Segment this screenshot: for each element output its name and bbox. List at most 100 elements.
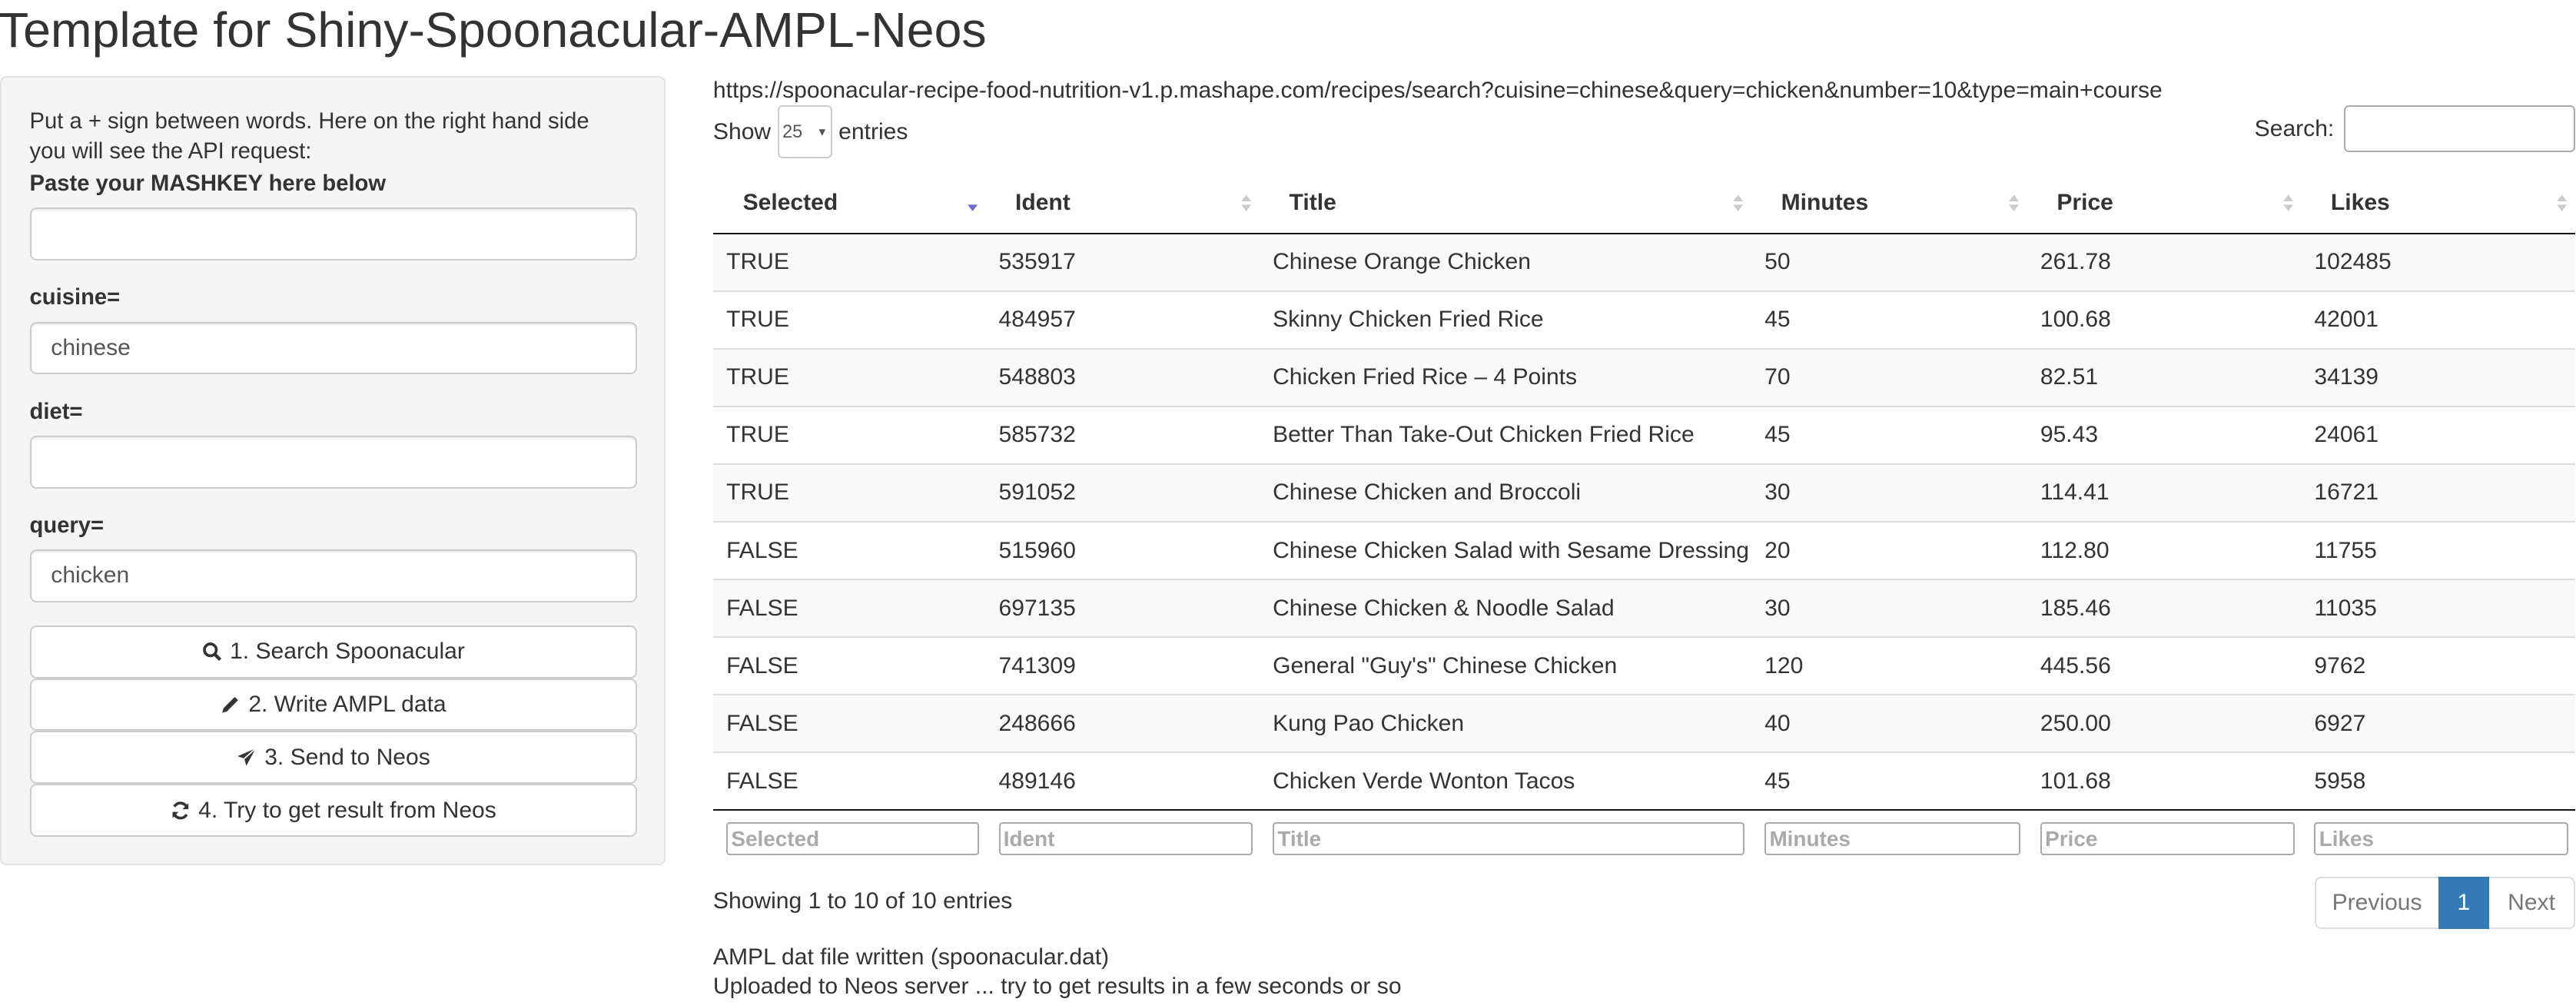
- cell-title: Skinny Chicken Fried Rice: [1259, 290, 1751, 349]
- results-table: Selected Ident Title Minutes Price Likes…: [712, 173, 2575, 868]
- filter-minutes-input[interactable]: [1764, 822, 2021, 856]
- cell-ident: 484957: [985, 290, 1260, 349]
- cell-minutes: 20: [1751, 521, 2027, 580]
- header-row: Selected Ident Title Minutes Price Likes: [712, 173, 2575, 234]
- sort-both-icon: [1733, 194, 1744, 211]
- table-row[interactable]: TRUE 591052 Chinese Chicken and Broccoli 30…: [712, 463, 2575, 522]
- previous-page-button[interactable]: Previous: [2314, 876, 2438, 930]
- column-header-ident[interactable]: Ident: [985, 173, 1260, 234]
- column-filter-row: [712, 809, 2575, 868]
- cell-title: Chinese Chicken and Broccoli: [1259, 463, 1751, 522]
- page-1-button[interactable]: 1: [2438, 876, 2490, 930]
- table-row[interactable]: FALSE 741309 General "Guy's" Chinese Chick…: [712, 636, 2575, 695]
- cell-minutes: 45: [1751, 405, 2027, 464]
- table-row[interactable]: TRUE 484957 Skinny Chicken Fried Rice 45 100…: [712, 290, 2575, 349]
- cell-minutes: 40: [1751, 694, 2027, 753]
- column-header-minutes[interactable]: Minutes: [1751, 173, 2027, 234]
- write-ampl-data-label: 2. Write AMPL data: [248, 692, 446, 718]
- search-spoonacular-label: 1. Search Spoonacular: [230, 639, 465, 665]
- table-row[interactable]: TRUE 535917 Chinese Orange Chicken 50 261.78…: [712, 233, 2575, 291]
- cell-likes: 42001: [2301, 290, 2575, 349]
- next-page-button[interactable]: Next: [2489, 876, 2575, 930]
- mashkey-label: Paste your MASHKEY here below: [29, 171, 387, 197]
- search-label: Search:: [2254, 115, 2335, 141]
- entries-label: entries: [838, 118, 908, 144]
- cell-price: 100.68: [2027, 290, 2302, 349]
- cell-minutes: 50: [1751, 233, 2027, 291]
- page-length-value: 25: [782, 121, 803, 142]
- table-row[interactable]: FALSE 697135 Chinese Chicken & Noodle Sala…: [712, 579, 2575, 638]
- filter-title-input[interactable]: [1273, 822, 1745, 856]
- cell-likes: 24061: [2301, 405, 2575, 464]
- sort-desc-icon: [967, 204, 978, 211]
- column-header-title[interactable]: Title: [1259, 173, 1751, 234]
- app-root: Template for Shiny-Spoonacular-AMPL-Neos…: [0, 0, 2575, 999]
- filter-price-input[interactable]: [2040, 822, 2295, 856]
- cell-likes: 11035: [2301, 579, 2575, 638]
- refresh-icon: [172, 801, 188, 820]
- cell-ident: 535917: [985, 233, 1260, 291]
- cell-selected: FALSE: [712, 636, 986, 695]
- cell-price: 112.80: [2027, 521, 2302, 580]
- cell-selected: TRUE: [712, 347, 986, 406]
- send-to-neos-button[interactable]: 3. Send to Neos: [29, 731, 637, 785]
- cell-likes: 11755: [2301, 521, 2575, 580]
- cell-ident: 515960: [985, 521, 1260, 580]
- status-line: Uploaded to Neos server ... try to get r…: [712, 974, 1402, 1000]
- cell-price: 82.51: [2027, 347, 2302, 406]
- cell-title: Kung Pao Chicken: [1259, 694, 1751, 753]
- cell-likes: 5958: [2301, 752, 2575, 811]
- page-title: Template for Shiny-Spoonacular-AMPL-Neos: [0, 2, 987, 58]
- cell-minutes: 30: [1751, 579, 2027, 638]
- sort-both-icon: [2282, 194, 2293, 211]
- cell-ident: 697135: [985, 579, 1260, 638]
- table-search-input[interactable]: [2344, 105, 2575, 152]
- api-request-url: https://spoonacular-recipe-food-nutritio…: [712, 77, 2163, 103]
- filter-selected-input[interactable]: [726, 822, 979, 856]
- cell-title: General "Guy's" Chinese Chicken: [1259, 636, 1751, 695]
- status-line: AMPL dat file written (spoonacular.dat): [712, 944, 1110, 970]
- table-search: Search:: [2254, 105, 2575, 152]
- cell-price: 114.41: [2027, 463, 2302, 522]
- table-row[interactable]: TRUE 585732 Better Than Take-Out Chicken F…: [712, 405, 2575, 464]
- cell-selected: TRUE: [712, 233, 986, 291]
- sidebar-panel: Put a + sign between words. Here on the …: [0, 75, 666, 865]
- diet-input[interactable]: [29, 435, 637, 489]
- cuisine-input[interactable]: [29, 321, 637, 375]
- filter-ident-input[interactable]: [998, 822, 1253, 856]
- table-row[interactable]: FALSE 515960 Chinese Chicken Salad with Se…: [712, 521, 2575, 580]
- diet-label: diet=: [29, 399, 83, 424]
- cell-selected: FALSE: [712, 521, 986, 580]
- cell-selected: FALSE: [712, 752, 986, 811]
- filter-likes-input[interactable]: [2314, 822, 2569, 856]
- send-icon: [237, 748, 256, 766]
- table-row[interactable]: FALSE 248666 Kung Pao Chicken 40 250.00 6927: [712, 694, 2575, 753]
- search-spoonacular-button[interactable]: 1. Search Spoonacular: [29, 625, 637, 679]
- cell-likes: 102485: [2301, 233, 2575, 291]
- mashkey-input[interactable]: [29, 207, 637, 261]
- column-header-price[interactable]: Price: [2027, 173, 2302, 234]
- cell-selected: FALSE: [712, 579, 986, 638]
- cell-title: Better Than Take-Out Chicken Fried Rice: [1259, 405, 1751, 464]
- send-to-neos-label: 3. Send to Neos: [264, 744, 430, 770]
- table-row[interactable]: FALSE 489146 Chicken Verde Wonton Tacos 45 1…: [712, 752, 2575, 811]
- cell-price: 250.00: [2027, 694, 2302, 753]
- table-row[interactable]: TRUE 548803 Chicken Fried Rice – 4 Points 7…: [712, 347, 2575, 406]
- cell-minutes: 45: [1751, 290, 2027, 349]
- cell-minutes: 70: [1751, 347, 2027, 406]
- chevron-down-icon: ▾: [818, 123, 826, 139]
- write-ampl-data-button[interactable]: 2. Write AMPL data: [29, 678, 637, 732]
- cell-selected: TRUE: [712, 463, 986, 522]
- help-text: Put a + sign between words. Here on the …: [29, 109, 589, 164]
- column-header-selected[interactable]: Selected: [712, 173, 986, 234]
- cell-minutes: 120: [1751, 636, 2027, 695]
- column-header-likes[interactable]: Likes: [2301, 173, 2575, 234]
- query-input[interactable]: [29, 549, 637, 602]
- cell-selected: FALSE: [712, 694, 986, 753]
- page-length-select[interactable]: 25 ▾: [777, 105, 832, 159]
- cell-price: 261.78: [2027, 233, 2302, 291]
- cell-selected: TRUE: [712, 290, 986, 349]
- get-result-button[interactable]: 4. Try to get result from Neos: [29, 784, 637, 837]
- sort-both-icon: [1241, 194, 1252, 211]
- cell-price: 95.43: [2027, 405, 2302, 464]
